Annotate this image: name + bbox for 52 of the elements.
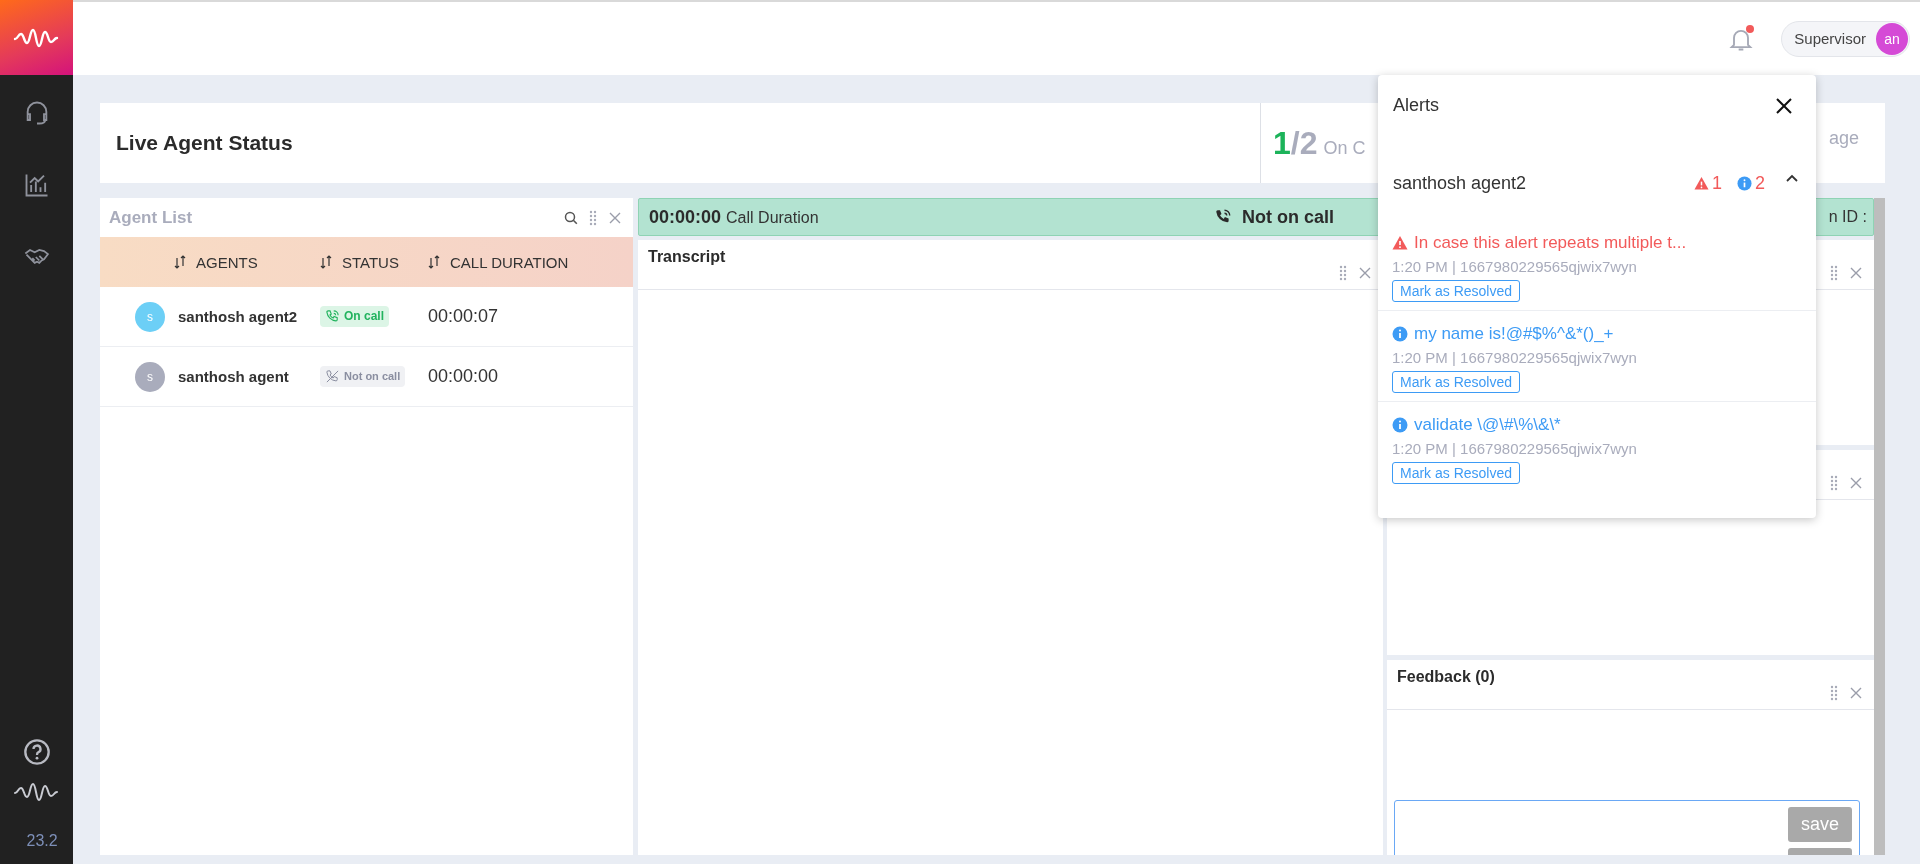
agent-name: santhosh agent2 <box>178 308 299 325</box>
alert-meta: 1:20 PM | 1667980229565qjwix7wyn <box>1392 440 1637 457</box>
agent-avatar: s <box>135 361 165 392</box>
version-label: 23.2 <box>26 832 58 850</box>
info-icon <box>1392 417 1408 433</box>
info-icon <box>1737 175 1752 191</box>
total-count: /2 <box>1290 124 1318 162</box>
stat-label: age <box>1828 127 1860 149</box>
user-avatar: an <box>1876 22 1908 55</box>
agent-name: santhosh agent2 <box>1393 172 1527 194</box>
user-menu[interactable]: Supervisor an <box>1781 20 1910 57</box>
page-title: Live Agent Status <box>115 131 294 155</box>
column-header[interactable]: CALL DURATION <box>450 253 569 271</box>
wave-logo-icon <box>12 782 61 802</box>
call-duration: 00:00:07 <box>428 306 499 327</box>
sort-icon[interactable] <box>428 255 440 269</box>
sort-icon[interactable] <box>174 255 186 269</box>
warning-icon <box>1693 175 1709 191</box>
info-icon <box>1392 326 1408 342</box>
help-icon[interactable] <box>22 738 51 766</box>
warning-icon <box>1392 235 1408 251</box>
alert-group-header[interactable]: santhosh agent2 1 2 <box>1378 168 1816 198</box>
popup-title: Alerts <box>1393 95 1439 116</box>
sort-icon[interactable] <box>320 255 332 269</box>
close-icon[interactable] <box>1774 95 1794 116</box>
alert-message: my name is!@#$%^&*()_+ <box>1414 324 1614 344</box>
call-duration: 00:00:00 <box>649 206 722 228</box>
panel-title: Transcript <box>648 248 726 266</box>
call-duration-label: Call Duration <box>726 208 819 227</box>
agent-name: santhosh agent <box>178 368 290 385</box>
info-count: 2 <box>1755 172 1765 194</box>
stat-label: On C <box>1323 137 1366 159</box>
alert-meta: 1:20 PM | 1667980229565qjwix7wyn <box>1392 258 1637 275</box>
alert-message: validate \@\#\%\&\* <box>1414 415 1561 435</box>
wave-logo-icon <box>12 27 61 48</box>
alert-message: In case this alert repeats multiple t... <box>1414 233 1687 253</box>
search-icon[interactable] <box>563 209 579 226</box>
app-logo[interactable] <box>0 0 73 75</box>
scrollbar[interactable] <box>1874 198 1885 855</box>
warning-count: 1 <box>1711 172 1722 194</box>
panel-title: Agent List <box>109 207 193 228</box>
status-badge: On call <box>320 305 389 327</box>
panel-title: Feedback (0) <box>1397 668 1495 686</box>
column-header[interactable]: AGENTS <box>196 253 258 271</box>
agent-avatar: s <box>135 301 165 332</box>
status-badge: Not on call <box>320 365 406 387</box>
column-header[interactable]: STATUS <box>342 253 399 271</box>
alert-meta: 1:20 PM | 1667980229565qjwix7wyn <box>1392 349 1637 366</box>
session-id-label: n ID : <box>1828 208 1867 226</box>
call-status: Not on call <box>1242 206 1334 228</box>
call-duration: 00:00:00 <box>428 366 499 387</box>
on-call-count: 1 <box>1273 124 1291 162</box>
